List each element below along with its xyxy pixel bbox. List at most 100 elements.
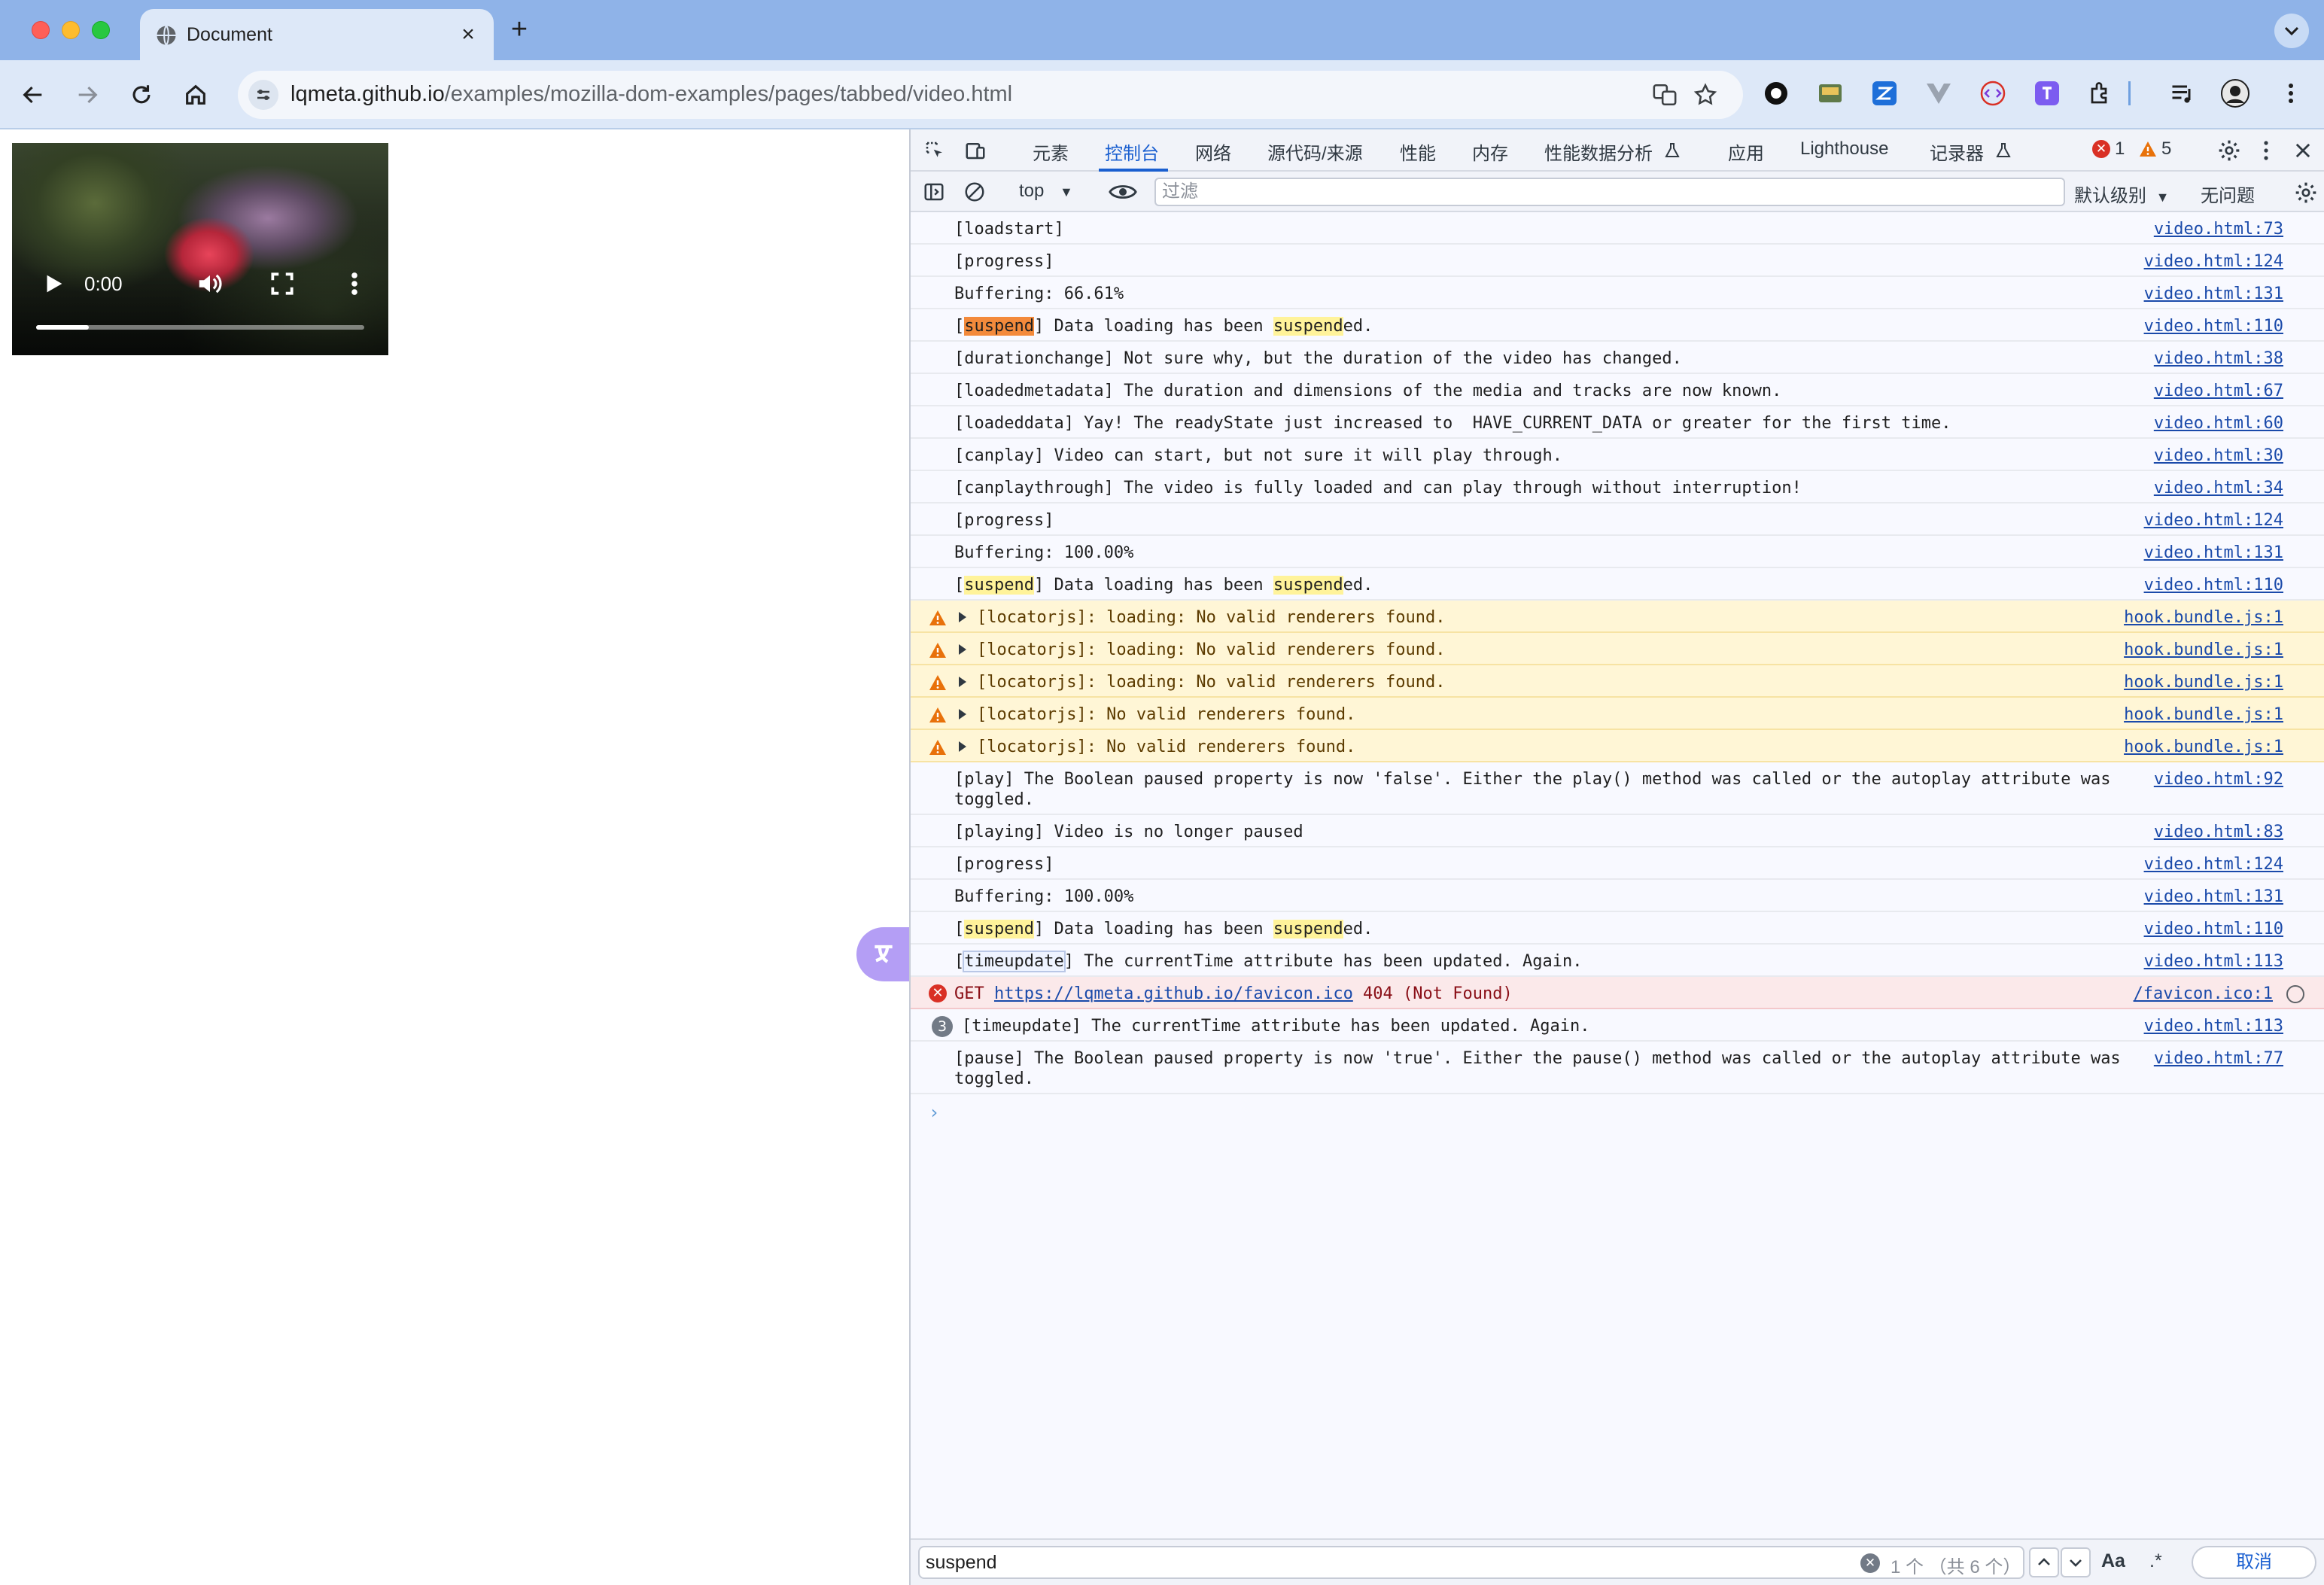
devtools-close-icon[interactable] (2289, 137, 2316, 164)
source-link[interactable]: hook.bundle.js:1 (2124, 737, 2283, 757)
tab-search-button[interactable] (2274, 14, 2309, 48)
source-link[interactable]: video.html:110 (2144, 575, 2283, 595)
search-next-button[interactable] (2061, 1547, 2091, 1577)
source-link[interactable]: hook.bundle.js:1 (2124, 672, 2283, 692)
tab-application[interactable]: 应用 (1728, 138, 1764, 165)
console-log-row[interactable]: 3 [timeupdate] The currentTime attribute … (911, 1009, 2324, 1042)
tab-elements[interactable]: 元素 (1033, 138, 1069, 165)
video-player[interactable]: 0:00 (12, 143, 388, 355)
console-log-row[interactable]: [play] The Boolean paused property is no… (911, 762, 2324, 815)
expand-triangle-icon[interactable] (959, 741, 966, 752)
console-log-row[interactable]: [progress] video.html:124 (911, 847, 2324, 880)
live-expression-eye-icon[interactable] (1108, 179, 1138, 205)
extension-code-icon[interactable] (1978, 78, 2008, 108)
extension-z-icon[interactable] (1869, 78, 1900, 108)
back-button[interactable] (15, 77, 51, 113)
extension-purple-icon[interactable] (2032, 78, 2062, 108)
source-link[interactable]: video.html:124 (2144, 854, 2283, 875)
source-link[interactable]: video.html:113 (2144, 1016, 2283, 1036)
source-link[interactable]: video.html:34 (2154, 478, 2283, 498)
tab-network[interactable]: 网络 (1195, 138, 1231, 165)
home-button[interactable] (178, 77, 214, 113)
console-warning-row[interactable]: [locatorjs]: No valid renderers found. ho… (911, 730, 2324, 762)
play-icon[interactable] (41, 271, 66, 297)
floating-extension-button[interactable] (856, 927, 911, 981)
media-control-icon[interactable] (2167, 78, 2198, 108)
source-link[interactable]: hook.bundle.js:1 (2124, 704, 2283, 725)
source-link[interactable]: video.html:124 (2144, 251, 2283, 272)
sidebar-toggle-icon[interactable] (921, 179, 947, 205)
console-log-row[interactable]: [loadedmetadata] The duration and dimens… (911, 374, 2324, 406)
source-link[interactable]: video.html:131 (2144, 543, 2283, 563)
search-previous-button[interactable] (2029, 1547, 2059, 1577)
extension-image-icon[interactable] (1815, 78, 1845, 108)
console-log-row[interactable]: [suspend] Data loading has been suspende… (911, 309, 2324, 342)
console-log-row[interactable]: [playing] Video is no longer paused video… (911, 815, 2324, 847)
source-link[interactable]: video.html:113 (2144, 951, 2283, 972)
address-bar[interactable]: lqmeta.github.io/examples/mozilla-dom-ex… (238, 71, 1743, 119)
clear-console-icon[interactable] (962, 179, 987, 205)
clear-search-icon[interactable]: ✕ (1860, 1553, 1880, 1573)
source-link[interactable]: video.html:110 (2144, 316, 2283, 336)
extensions-puzzle-icon[interactable] (2086, 78, 2116, 108)
inspect-element-icon[interactable] (923, 138, 947, 163)
source-link[interactable]: video.html:83 (2154, 822, 2283, 842)
console-log-row[interactable]: [pause] The Boolean paused property is n… (911, 1042, 2324, 1094)
window-maximize-button[interactable] (92, 21, 110, 39)
bookmark-star-icon[interactable] (1692, 81, 1719, 108)
source-link[interactable]: hook.bundle.js:1 (2124, 640, 2283, 660)
source-link[interactable]: video.html:131 (2144, 887, 2283, 907)
progress-track[interactable] (36, 325, 364, 330)
device-toolbar-icon[interactable] (963, 138, 987, 163)
source-link[interactable]: video.html:131 (2144, 284, 2283, 304)
network-globe-icon[interactable] (2286, 985, 2304, 1003)
source-link[interactable]: video.html:30 (2154, 446, 2283, 466)
new-tab-button[interactable]: + (504, 15, 534, 45)
translate-icon[interactable] (1651, 81, 1678, 108)
console-log-row[interactable]: [durationchange] Not sure why, but the d… (911, 342, 2324, 374)
request-url-link[interactable]: https://lqmeta.github.io/favicon.ico (994, 984, 1353, 1003)
console-warning-row[interactable]: [locatorjs]: No valid renderers found. ho… (911, 698, 2324, 730)
more-options-icon[interactable] (343, 269, 366, 298)
console-filter-input[interactable]: 过滤 (1154, 178, 2065, 206)
console-log-row[interactable]: [loadeddata] Yay! The readyState just in… (911, 406, 2324, 439)
console-log-row[interactable]: [loadstart] video.html:73 (911, 212, 2324, 245)
extension-vue-icon[interactable] (1924, 78, 1954, 108)
console-prompt[interactable]: › (929, 1102, 939, 1123)
console-search-input[interactable]: suspend (918, 1546, 2024, 1579)
source-link[interactable]: hook.bundle.js:1 (2124, 607, 2283, 628)
browser-menu-icon[interactable] (2276, 78, 2306, 108)
console-log-row[interactable]: [timeupdate] The currentTime attribute h… (911, 945, 2324, 977)
console-log-row[interactable]: [suspend] Data loading has been suspende… (911, 912, 2324, 945)
source-link[interactable]: video.html:73 (2154, 219, 2283, 239)
console-settings-icon[interactable] (2292, 179, 2319, 206)
extension-circle-icon[interactable] (1761, 78, 1791, 108)
expand-triangle-icon[interactable] (959, 644, 966, 655)
console-log-row[interactable]: Buffering: 100.00% video.html:131 (911, 536, 2324, 568)
volume-icon[interactable] (196, 269, 224, 298)
tab-performance[interactable]: 性能 (1400, 138, 1436, 165)
warning-count-badge[interactable]: 5 (2139, 138, 2171, 160)
devtools-more-icon[interactable] (2255, 137, 2277, 164)
issues-button[interactable]: 无问题 (2201, 181, 2255, 207)
fullscreen-icon[interactable] (268, 269, 297, 298)
browser-tab[interactable]: Document × (140, 9, 494, 60)
tab-memory[interactable]: 内存 (1472, 138, 1508, 165)
reload-button[interactable] (123, 77, 160, 113)
console-log-row[interactable]: Buffering: 66.61% video.html:131 (911, 277, 2324, 309)
console-log-row[interactable]: [canplay] Video can start, but not sure … (911, 439, 2324, 471)
console-log-row[interactable]: Buffering: 100.00% video.html:131 (911, 880, 2324, 912)
expand-triangle-icon[interactable] (959, 677, 966, 687)
console-log-row[interactable]: [progress] video.html:124 (911, 245, 2324, 277)
console-log-row[interactable]: [suspend] Data loading has been suspende… (911, 568, 2324, 601)
console-warning-row[interactable]: [locatorjs]: loading: No valid renderers… (911, 633, 2324, 665)
source-link[interactable]: video.html:67 (2154, 381, 2283, 401)
forward-button[interactable] (69, 77, 105, 113)
console-log-row[interactable]: [progress] video.html:124 (911, 503, 2324, 536)
tab-lighthouse[interactable]: Lighthouse (1800, 138, 1888, 160)
source-link[interactable]: /favicon.ico:1 (2134, 984, 2273, 1004)
regex-toggle[interactable]: .* (2149, 1550, 2162, 1572)
tab-close-icon[interactable]: × (455, 21, 482, 48)
console-warning-row[interactable]: [locatorjs]: loading: No valid renderers… (911, 665, 2324, 698)
source-link[interactable]: video.html:124 (2144, 510, 2283, 531)
